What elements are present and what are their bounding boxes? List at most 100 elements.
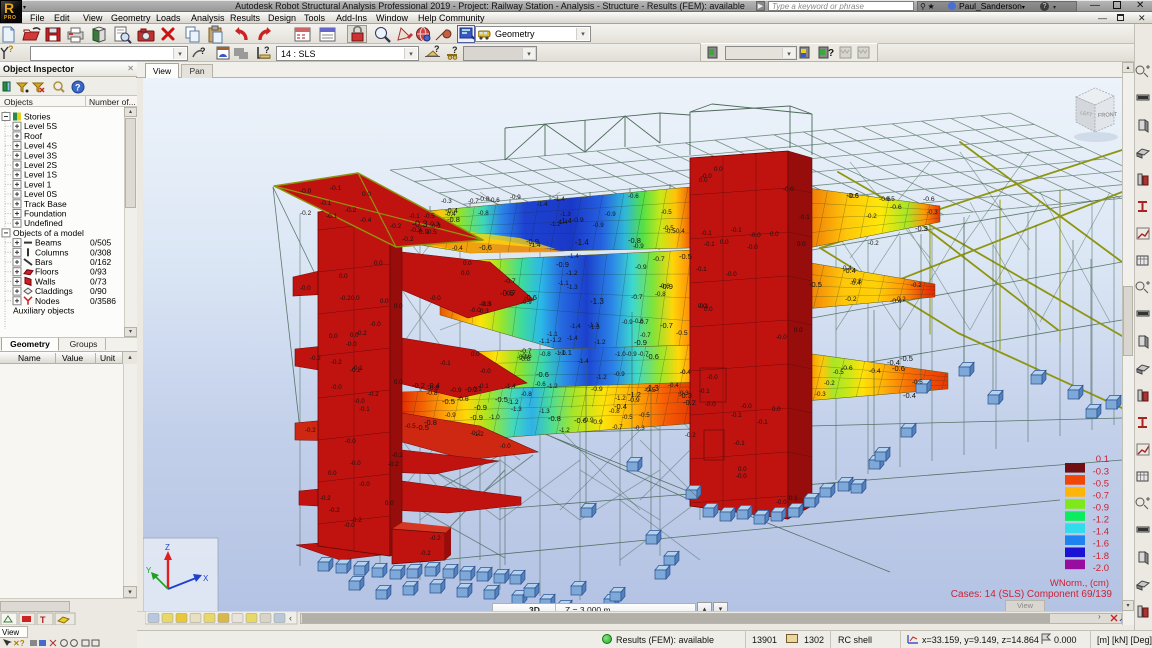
svg-text:0.0: 0.0 <box>794 327 803 334</box>
svg-text:0.0: 0.0 <box>714 166 723 173</box>
svg-text:-0.1: -0.1 <box>699 388 710 395</box>
svg-text:-0.0: -0.0 <box>430 295 441 302</box>
svg-text:-1.1: -1.1 <box>547 331 558 338</box>
svg-text:-0.8: -0.8 <box>478 196 490 203</box>
svg-text:Level 1S: Level 1S <box>24 170 57 180</box>
svg-text:Level 2S: Level 2S <box>24 160 57 170</box>
svg-text:-0.7: -0.7 <box>660 321 673 330</box>
svg-text:-0.6: -0.6 <box>633 318 644 325</box>
svg-text:-0.5: -0.5 <box>442 397 455 406</box>
svg-text:-1.2: -1.2 <box>594 339 606 346</box>
svg-text:-0.2: -0.2 <box>866 213 877 220</box>
svg-text:-0.6: -0.6 <box>457 396 469 403</box>
svg-text:-0.5: -0.5 <box>495 395 508 404</box>
svg-text:0.0: 0.0 <box>374 260 383 267</box>
svg-text:-1.4: -1.4 <box>554 196 565 203</box>
svg-text:-1.4: -1.4 <box>575 238 589 247</box>
svg-text:-1.4: -1.4 <box>557 219 568 226</box>
svg-text:Nodes: Nodes <box>35 296 60 306</box>
svg-text:Undefined: Undefined <box>24 218 63 228</box>
svg-text:-0.2: -0.2 <box>465 385 478 394</box>
svg-text:-0.2 -0.4: -0.2 -0.4 <box>412 381 440 390</box>
svg-text:-0.0: -0.0 <box>370 321 381 328</box>
svg-text:-0.0: -0.0 <box>726 271 737 278</box>
svg-text:-0.2: -0.2 <box>420 550 431 557</box>
svg-text:-0.4: -0.4 <box>890 298 902 305</box>
svg-text:-0.0: -0.0 <box>741 403 752 410</box>
svg-text:-0.5: -0.5 <box>661 209 672 216</box>
svg-text:-0.1: -0.1 <box>320 200 332 207</box>
svg-text:-0.1: -0.1 <box>757 419 768 426</box>
svg-text:0.0: 0.0 <box>380 298 389 305</box>
svg-text:0.1: 0.1 <box>1096 454 1109 465</box>
svg-text:Beams: Beams <box>35 238 61 248</box>
svg-text:0.0: 0.0 <box>350 332 359 339</box>
svg-text:-0.1: -0.1 <box>359 406 370 413</box>
svg-text:-0.8: -0.8 <box>519 356 531 363</box>
svg-text:-0.9: -0.9 <box>660 282 673 291</box>
svg-text:-0.3: -0.3 <box>634 425 645 432</box>
svg-text:-0.4: -0.4 <box>841 265 852 272</box>
svg-text:0.0: 0.0 <box>339 273 348 280</box>
svg-text:-0.9: -0.9 <box>521 299 532 306</box>
svg-text:-0.4: -0.4 <box>674 228 685 235</box>
svg-text:Floors: Floors <box>35 267 59 277</box>
svg-text:-0.9: -0.9 <box>450 387 462 394</box>
svg-text:-0.2: -0.2 <box>911 282 922 289</box>
svg-text:-0.1: -0.1 <box>799 214 810 221</box>
svg-text:0.0: 0.0 <box>471 351 480 358</box>
svg-text:-0.7: -0.7 <box>504 278 516 285</box>
svg-text:-0.1: -0.1 <box>330 185 342 192</box>
svg-text:-1.8: -1.8 <box>1093 551 1109 562</box>
svg-text:-0.2: -0.2 <box>310 355 321 362</box>
svg-text:Walls: Walls <box>35 276 55 286</box>
svg-text:-0.5: -0.5 <box>900 354 913 363</box>
svg-text:-0.9: -0.9 <box>622 319 633 326</box>
svg-text:?: ? <box>200 46 206 56</box>
svg-text:-0.9: -0.9 <box>1093 503 1109 514</box>
svg-text:-0.9: -0.9 <box>572 217 584 224</box>
svg-text:-0.9: -0.9 <box>474 403 487 412</box>
svg-text:0.0: 0.0 <box>329 333 338 340</box>
svg-text:-0.9: -0.9 <box>626 351 637 358</box>
svg-text:-0.6: -0.6 <box>879 196 891 203</box>
svg-text:-1.4: -1.4 <box>568 253 579 260</box>
svg-text:-0.2: -0.2 <box>320 495 331 502</box>
svg-text:Track Base: Track Base <box>24 199 67 209</box>
svg-text:-0.7: -0.7 <box>1093 490 1109 501</box>
svg-text:-0.0: -0.0 <box>345 438 356 445</box>
svg-text:-1.3: -1.3 <box>567 284 578 291</box>
svg-text:-0.8: -0.8 <box>540 351 551 358</box>
svg-text:-0.0: -0.0 <box>300 285 311 292</box>
svg-text:-0.5: -0.5 <box>665 228 676 235</box>
svg-text:-0.2: -0.2 <box>685 432 696 439</box>
svg-text:-1.0: -1.0 <box>615 351 626 358</box>
svg-text:-0.1: -0.1 <box>698 303 709 310</box>
svg-text:Foundation: Foundation <box>24 209 67 219</box>
svg-text:-0.1: -0.1 <box>731 227 742 234</box>
svg-text:-0.7: -0.7 <box>640 332 651 339</box>
svg-text:-0.0: -0.0 <box>470 307 481 314</box>
svg-text:-1.4: -1.4 <box>537 201 548 208</box>
svg-text:-0.0: -0.0 <box>346 341 357 348</box>
svg-text:-0.2: -0.2 <box>368 391 379 398</box>
svg-text:-0.2: -0.2 <box>824 380 835 387</box>
svg-text:-1.2: -1.2 <box>566 270 578 277</box>
svg-text:-0.1: -0.1 <box>701 230 712 237</box>
svg-text:0.0: 0.0 <box>772 406 781 413</box>
svg-text:Objects of a model: Objects of a model <box>13 228 84 238</box>
svg-text:-0.5: -0.5 <box>676 330 688 337</box>
svg-text:-0.2: -0.2 <box>345 207 357 214</box>
svg-text:?: ? <box>434 44 440 54</box>
svg-text:-0.8: -0.8 <box>628 236 641 245</box>
svg-text:-0.2: -0.2 <box>845 296 857 303</box>
svg-text:-0.3: -0.3 <box>441 198 452 205</box>
svg-text:-0.1: -0.1 <box>731 412 742 419</box>
svg-text:Level 1: Level 1 <box>24 179 52 189</box>
svg-text:FRONT: FRONT <box>1098 112 1118 119</box>
svg-text:-1.2: -1.2 <box>559 427 570 434</box>
svg-text:-0.4: -0.4 <box>614 402 627 411</box>
svg-text:-1.4: -1.4 <box>505 383 516 390</box>
svg-text:-0.3: -0.3 <box>915 224 928 233</box>
svg-text:0.0: 0.0 <box>720 239 729 246</box>
